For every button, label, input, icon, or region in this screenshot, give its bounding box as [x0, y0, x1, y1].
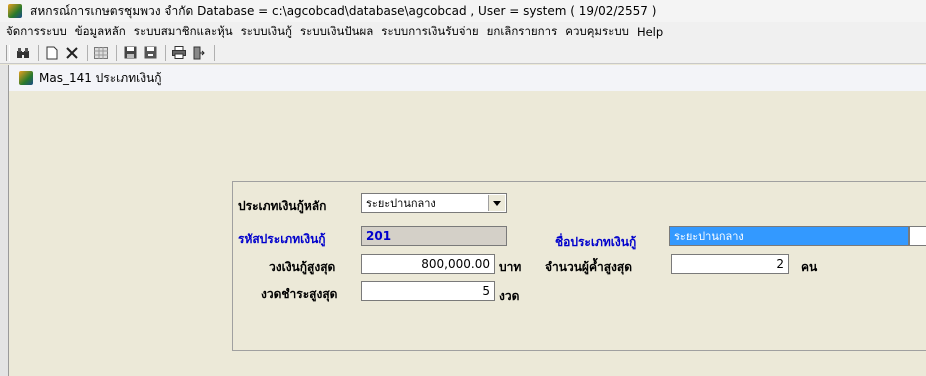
main-loan-type-value: ระยะปานกลาง	[366, 197, 436, 210]
toolbar-separator	[116, 44, 117, 61]
loan-type-name-label: ชื่อประเภทเงินกู้	[555, 235, 637, 249]
menu-members-shares[interactable]: ระบบสมาชิกและหุ้น	[130, 23, 237, 41]
max-installments-unit: งวด	[499, 289, 520, 303]
loan-type-form-window: ประเภทเงินกู้หลัก ระยะปานกลาง รหัสประเภท…	[9, 91, 926, 376]
loan-type-panel: ประเภทเงินกู้หลัก ระยะปานกลาง รหัสประเภท…	[232, 181, 926, 351]
app-logo-icon	[8, 4, 22, 18]
chevron-down-icon[interactable]	[488, 195, 505, 211]
menu-system[interactable]: จัดการระบบ	[2, 23, 71, 41]
menu-dividends[interactable]: ระบบเงินปันผล	[296, 23, 377, 41]
child-window-icon	[19, 71, 33, 85]
max-guarantor-label: จำนวนผู้ค้ำสูงสุด	[545, 260, 633, 274]
main-loan-type-label: ประเภทเงินกู้หลัก	[238, 199, 327, 213]
menu-cash[interactable]: ระบบการเงินรับจ่าย	[377, 23, 482, 41]
menu-bar: จัดการระบบ ข้อมูลหลัก ระบบสมาชิกและหุ้น …	[0, 22, 926, 42]
save-as-icon[interactable]	[141, 44, 159, 62]
max-loan-amount-field[interactable]: 800,000.00	[361, 254, 495, 274]
mdi-left-edge	[0, 65, 9, 376]
exit-icon[interactable]	[190, 44, 208, 62]
toolbar-separator	[87, 44, 88, 61]
max-loan-amount-value: 800,000.00	[421, 257, 490, 271]
loan-type-code-field[interactable]: 201	[361, 226, 507, 246]
max-installments-value: 5	[482, 284, 490, 298]
window-title: สหกรณ์การเกษตรชุมพวง จำกัด Database = c:…	[30, 3, 657, 18]
menu-cancel[interactable]: ยกเลิกรายการ	[483, 23, 562, 41]
max-loan-amount-label: วงเงินกู้สูงสุด	[269, 260, 336, 274]
toolbar-grip[interactable]	[6, 44, 10, 61]
new-document-icon[interactable]	[43, 44, 61, 62]
max-installments-label: งวดชำระสูงสุด	[261, 287, 338, 301]
loan-type-name-value: ระยะปานกลาง	[674, 230, 744, 243]
loan-type-code-value: 201	[366, 229, 392, 243]
window-titlebar: สหกรณ์การเกษตรชุมพวง จำกัด Database = c:…	[0, 0, 926, 23]
toolbar-separator	[214, 44, 215, 61]
loan-type-name-field-tail[interactable]	[909, 226, 926, 246]
max-guarantor-unit: คน	[801, 260, 818, 274]
loan-type-name-field[interactable]: ระยะปานกลาง	[669, 226, 909, 246]
toolbar-separator	[38, 44, 39, 61]
toolbar	[0, 42, 926, 64]
child-window-titlebar[interactable]: Mas_141 ประเภทเงินกู้	[9, 65, 926, 92]
grid-icon[interactable]	[92, 44, 110, 62]
max-guarantor-value: 2	[776, 257, 784, 271]
child-window-title: Mas_141 ประเภทเงินกู้	[39, 70, 162, 85]
menu-help[interactable]: Help	[633, 25, 667, 39]
max-loan-amount-unit: บาท	[499, 260, 522, 274]
menu-loans[interactable]: ระบบเงินกู้	[237, 23, 296, 41]
loan-type-code-label: รหัสประเภทเงินกู้	[238, 232, 326, 246]
menu-master-data[interactable]: ข้อมูลหลัก	[71, 23, 130, 41]
toolbar-separator	[165, 44, 166, 61]
mdi-workspace: Mas_141 ประเภทเงินกู้ ประเภทเงินกู้หลัก …	[0, 65, 926, 376]
delete-x-icon[interactable]	[63, 44, 81, 62]
menu-control[interactable]: ควบคุมระบบ	[561, 23, 633, 41]
max-guarantor-field[interactable]: 2	[671, 254, 789, 274]
print-icon[interactable]	[170, 44, 188, 62]
max-installments-field[interactable]: 5	[361, 281, 495, 301]
main-loan-type-combo[interactable]: ระยะปานกลาง	[361, 193, 507, 213]
binoculars-icon[interactable]	[14, 44, 32, 62]
save-icon[interactable]	[121, 44, 139, 62]
